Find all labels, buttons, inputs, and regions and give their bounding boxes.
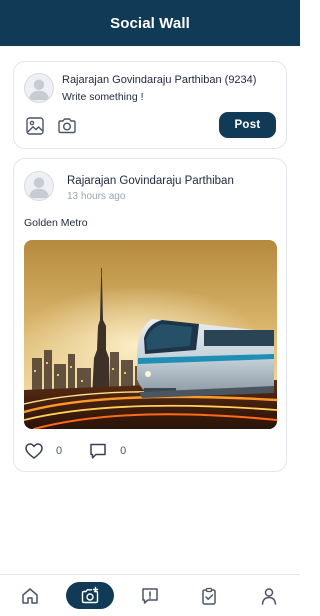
composer-user-name: Rajarajan Govindaraju Parthiban (9234) <box>62 74 257 86</box>
post-button[interactable]: Post <box>219 112 276 138</box>
add-photo-icon[interactable] <box>66 582 114 609</box>
page-title: Social Wall <box>110 14 190 32</box>
post-author: Rajarajan Govindaraju Parthiban <box>67 175 234 187</box>
feed-post: Rajarajan Govindaraju Parthiban 13 hours… <box>13 158 287 472</box>
post-reactions: 0 0 <box>24 441 152 461</box>
home-icon[interactable] <box>19 585 41 607</box>
clipboard-icon[interactable] <box>198 585 220 607</box>
like-count: 0 <box>56 445 63 457</box>
comment-icon <box>90 443 106 459</box>
post-timestamp: 13 hours ago <box>67 191 126 202</box>
heart-icon <box>25 443 43 459</box>
profile-icon[interactable] <box>258 585 280 607</box>
avatar <box>24 171 54 201</box>
like-action[interactable]: 0 <box>24 441 62 461</box>
alert-message-icon[interactable] <box>139 585 161 607</box>
comment-action[interactable]: 0 <box>88 441 126 461</box>
user-placeholder-icon <box>28 177 50 199</box>
image-icon[interactable] <box>25 116 45 136</box>
post-caption: Golden Metro <box>24 217 88 229</box>
composer-input[interactable]: Write something ! <box>62 91 144 103</box>
avatar <box>24 73 54 103</box>
post-image[interactable] <box>24 240 277 429</box>
comment-count: 0 <box>120 445 127 457</box>
user-placeholder-icon <box>28 79 50 101</box>
camera-icon[interactable] <box>57 116 77 136</box>
post-composer-card: Rajarajan Govindaraju Parthiban (9234) W… <box>13 61 287 149</box>
top-app-bar: Social Wall <box>0 0 300 46</box>
bottom-navigation <box>0 574 300 616</box>
